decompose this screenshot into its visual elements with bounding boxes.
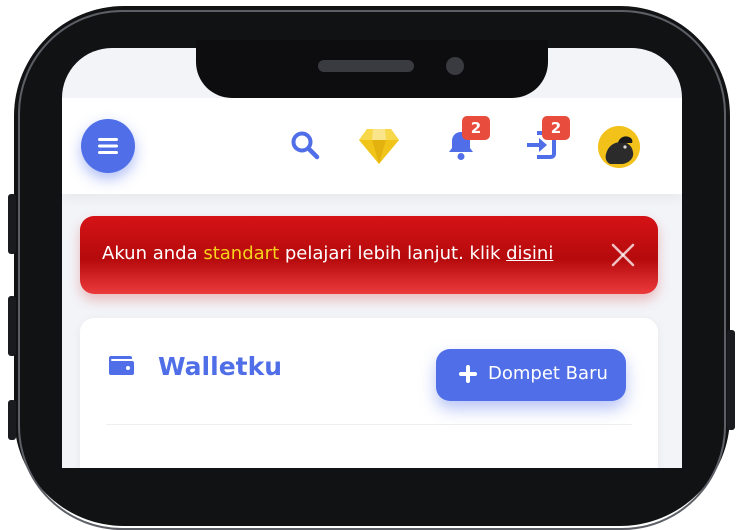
alert-link[interactable]: disini xyxy=(506,243,553,264)
alert-message: Akun anda standart pelajari lebih lanjut… xyxy=(102,243,553,264)
phone-screen: 2 2 Akun anda standart pelajari lebih la… xyxy=(62,48,682,468)
card-divider xyxy=(106,424,632,425)
phone-volume-up xyxy=(8,194,16,254)
plus-icon xyxy=(459,365,477,383)
front-camera xyxy=(446,57,464,75)
new-wallet-label: Dompet Baru xyxy=(488,363,608,384)
phone-volume-down xyxy=(8,296,16,356)
account-alert: Akun anda standart pelajari lebih lanjut… xyxy=(80,216,658,294)
account-type-highlight: standart xyxy=(203,243,280,264)
speaker-grille xyxy=(318,60,414,72)
phone-notch xyxy=(196,40,548,98)
wallet-card: Walletku Dompet Baru xyxy=(80,318,658,468)
inbox-badge: 2 xyxy=(542,116,570,140)
alert-text-before: Akun anda xyxy=(102,243,204,264)
phone-side-button xyxy=(8,400,16,440)
new-wallet-button[interactable]: Dompet Baru xyxy=(436,349,626,401)
wallet-icon xyxy=(109,356,134,375)
diamond-icon xyxy=(359,129,399,164)
wallet-title: Walletku xyxy=(158,352,283,381)
phone-power-button xyxy=(727,330,735,430)
avatar-image xyxy=(598,126,640,168)
hamburger-icon xyxy=(98,138,118,154)
search-icon xyxy=(291,131,320,160)
alert-text-after: pelajari lebih lanjut. klik xyxy=(279,243,507,264)
premium-button[interactable] xyxy=(358,126,400,166)
close-icon[interactable] xyxy=(610,242,636,268)
notifications-badge: 2 xyxy=(462,116,490,140)
avatar[interactable] xyxy=(598,126,640,168)
menu-button[interactable] xyxy=(81,119,135,173)
search-button[interactable] xyxy=(288,128,322,162)
